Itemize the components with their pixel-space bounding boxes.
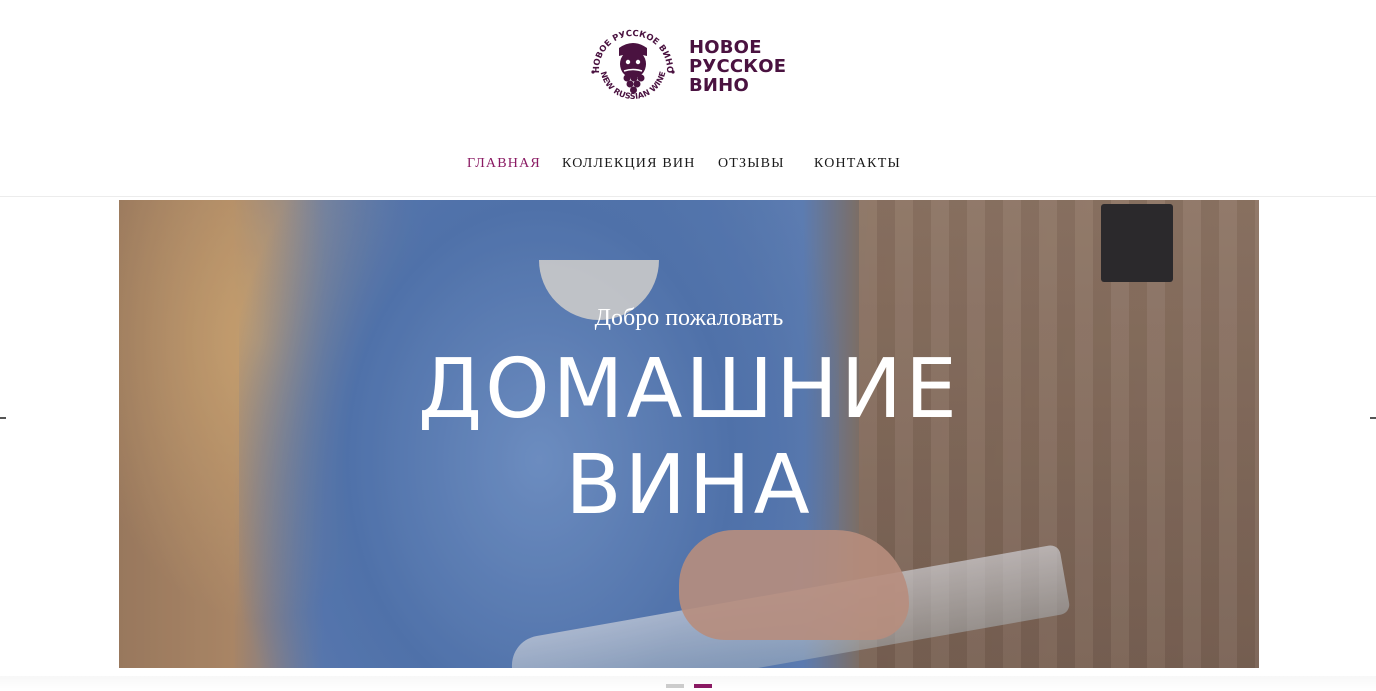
nav-item-reviews[interactable]: ОТЗЫВЫ [718, 156, 785, 172]
brand-name-line-2: РУССКОЕ [689, 56, 787, 77]
nav-item-home[interactable]: ГЛАВНАЯ [467, 156, 541, 172]
brand-logo[interactable]: НОВОЕ РУССКОЕ ВИНО NEW RUSSIAN WINE НОВО… [589, 28, 789, 108]
slider-dot-2[interactable] [694, 684, 712, 688]
nav-item-wine-collection[interactable]: КОЛЛЕКЦИЯ ВИН [562, 156, 696, 172]
brand-name: НОВОЕ РУССКОЕ ВИНО [689, 38, 786, 95]
nav-item-contacts[interactable]: КОНТАКТЫ [814, 156, 901, 172]
hero-slider: Добро пожаловать ДОМАШНИЕ ВИНА [119, 200, 1259, 668]
brand-name-line-3: ВИНО [689, 75, 749, 96]
site-header: НОВОЕ РУССКОЕ ВИНО NEW RUSSIAN WINE НОВО… [0, 0, 1376, 197]
hero-welcome-text: Добро пожаловать [594, 305, 784, 331]
main-navigation: ГЛАВНАЯ КОЛЛЕКЦИЯ ВИН ОТЗЫВЫ КОНТАКТЫ [0, 156, 1376, 180]
hero-title-line-1: ДОМАШНИЕ [418, 342, 960, 437]
hero-title: ДОМАШНИЕ ВИНА [119, 342, 1259, 534]
brand-name-line-1: НОВОЕ [689, 37, 762, 58]
wine-emblem-icon: НОВОЕ РУССКОЕ ВИНО NEW RUSSIAN WINE [591, 29, 675, 101]
chevron-left-icon[interactable] [0, 417, 6, 419]
hero-title-line-2: ВИНА [565, 438, 813, 533]
slider-dot-1[interactable] [666, 684, 684, 688]
chevron-right-icon[interactable] [1370, 417, 1376, 419]
slider-pagination [0, 684, 1376, 689]
